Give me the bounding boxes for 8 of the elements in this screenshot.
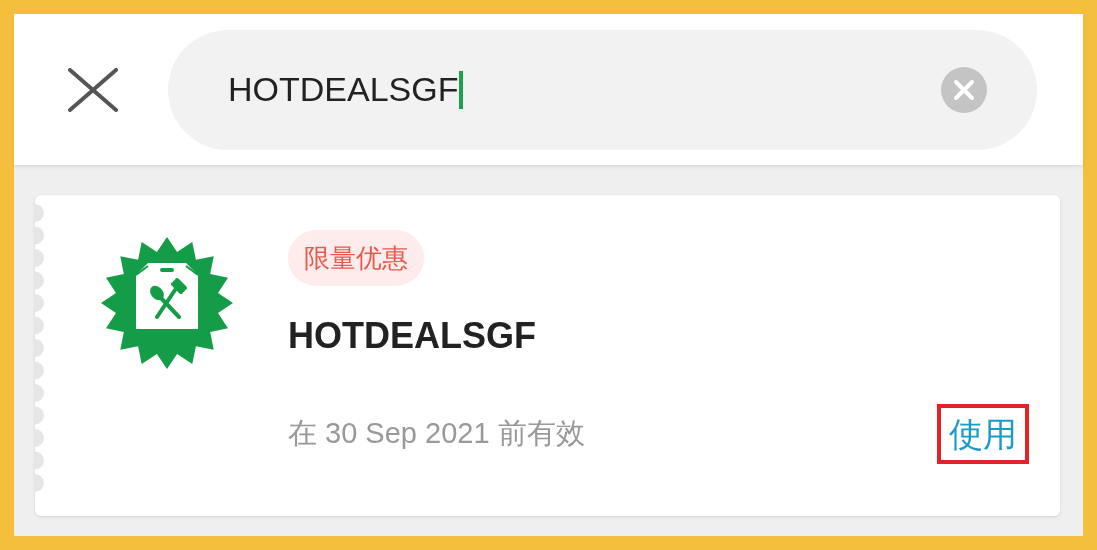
promo-badge: 限量优惠 bbox=[288, 230, 424, 286]
voucher-code: HOTDEALSGF bbox=[288, 314, 537, 358]
search-text: HOTDEALSGF bbox=[228, 69, 459, 110]
close-icon[interactable] bbox=[66, 67, 120, 112]
text-cursor bbox=[459, 70, 464, 109]
validity-text: 在 30 Sep 2021 前有效 bbox=[288, 416, 585, 452]
food-box-badge-icon bbox=[101, 237, 233, 369]
search-field[interactable]: HOTDEALSGF bbox=[168, 29, 1037, 150]
